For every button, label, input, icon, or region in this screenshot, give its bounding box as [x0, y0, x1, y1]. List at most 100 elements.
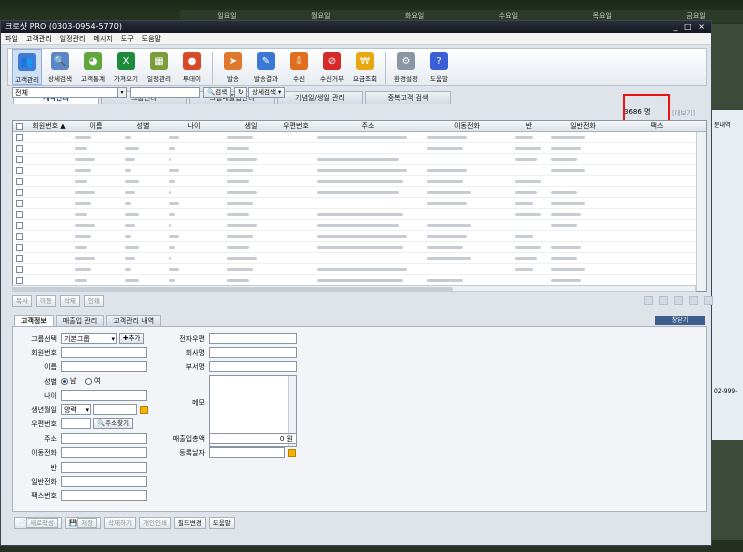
table-row[interactable]: [13, 264, 706, 275]
view-all-link[interactable]: [대보기]: [672, 107, 695, 117]
menu-tools[interactable]: 도구: [121, 34, 134, 44]
row-checkbox[interactable]: [16, 211, 23, 218]
zip-field[interactable]: [61, 418, 91, 429]
calendar-icon[interactable]: [288, 449, 296, 457]
vertical-scrollbar[interactable]: [696, 132, 706, 291]
toolbar-button[interactable]: 👥 고객관리: [12, 49, 42, 85]
mobile-field[interactable]: [61, 447, 147, 458]
horizontal-scrollbar[interactable]: [12, 285, 696, 292]
table-row[interactable]: [13, 165, 706, 176]
address-field[interactable]: [61, 433, 147, 444]
row-checkbox[interactable]: [16, 145, 23, 152]
table-row[interactable]: [13, 187, 706, 198]
toolbar-button[interactable]: ◕ 고객통계: [78, 49, 108, 85]
group-filter-select[interactable]: 전체 ▾: [12, 87, 127, 98]
toolbar-button[interactable]: ➤ 발송: [218, 49, 248, 85]
move-button[interactable]: 이동: [35, 295, 56, 307]
tab-customer-info[interactable]: 고객정보: [14, 315, 54, 326]
email-field[interactable]: [209, 333, 297, 344]
change-fields-button[interactable]: 필드변경: [173, 517, 206, 529]
gender-male-radio[interactable]: 남: [61, 376, 76, 386]
table-row[interactable]: [13, 231, 706, 242]
row-checkbox[interactable]: [16, 244, 23, 251]
toolbar-button[interactable]: ₩ 요금조회: [350, 49, 380, 85]
table-row[interactable]: [13, 209, 706, 220]
member-no-field[interactable]: [61, 347, 147, 358]
select-all-checkbox[interactable]: [16, 123, 23, 130]
detail-search-button[interactable]: 상세검색 ▾: [248, 87, 286, 98]
menu-customers[interactable]: 고객관리: [26, 34, 52, 44]
class-field[interactable]: [61, 462, 147, 473]
delete-button[interactable]: 삭제: [59, 295, 80, 307]
folder-icon[interactable]: [689, 296, 698, 305]
sms-icon[interactable]: [644, 296, 653, 305]
name-field[interactable]: [61, 361, 147, 372]
toolbar-button[interactable]: ▦ 일정관리: [144, 49, 174, 85]
table-row[interactable]: [13, 242, 706, 253]
column-header[interactable]: 일반전화: [547, 121, 619, 132]
toolbar-button[interactable]: X 가져오기: [111, 49, 141, 85]
gender-female-radio[interactable]: 여: [85, 376, 100, 386]
row-checkbox[interactable]: [16, 222, 23, 229]
help-button[interactable]: 도움말: [208, 517, 235, 529]
birth-date-field[interactable]: [93, 404, 137, 415]
phone-field[interactable]: [61, 476, 147, 487]
column-header[interactable]: 팩스: [619, 121, 695, 132]
new-button[interactable]: 📄 새로작성: [14, 517, 63, 529]
birth-type-select[interactable]: 양력 ▾: [61, 404, 91, 415]
save-button[interactable]: 💾 저장: [65, 517, 102, 529]
row-checkbox[interactable]: [16, 189, 23, 196]
export-icon[interactable]: [674, 296, 683, 305]
delete-record-button[interactable]: 삭제하기: [104, 517, 136, 529]
row-checkbox[interactable]: [16, 233, 23, 240]
table-row[interactable]: [13, 176, 706, 187]
refresh-button[interactable]: ↻: [234, 87, 248, 98]
toolbar-button[interactable]: ● 투데이: [177, 49, 207, 85]
group-select[interactable]: 기본그룹 ▾: [61, 333, 117, 344]
table-row[interactable]: [13, 143, 706, 154]
menu-file[interactable]: 파일: [5, 34, 18, 44]
row-checkbox[interactable]: [16, 178, 23, 185]
column-header[interactable]: 회원번호 ▲: [27, 121, 71, 132]
window-controls[interactable]: _ □ ×: [674, 21, 707, 33]
row-checkbox[interactable]: [16, 266, 23, 273]
column-header[interactable]: 반: [511, 121, 547, 132]
close-detail-button[interactable]: 창닫기: [655, 316, 705, 325]
scroll-thumb[interactable]: [13, 287, 453, 291]
find-address-button[interactable]: 🔍주소찾기: [93, 418, 134, 429]
table-row[interactable]: [13, 198, 706, 209]
calendar-icon[interactable]: [140, 406, 148, 414]
fax-field[interactable]: [61, 490, 147, 501]
copy-button[interactable]: 복사: [12, 295, 32, 307]
row-checkbox[interactable]: [16, 156, 23, 163]
row-checkbox[interactable]: [16, 277, 23, 284]
row-checkbox[interactable]: [16, 134, 23, 141]
menu-help[interactable]: 도움말: [142, 34, 161, 44]
toolbar-button[interactable]: ⇩ 수신: [284, 49, 314, 85]
search-button[interactable]: 🔍검색: [203, 87, 232, 98]
reg-date-field[interactable]: [209, 447, 285, 458]
personal-print-button[interactable]: 개인인쇄: [139, 517, 171, 529]
tab-history[interactable]: 고객관리 내역: [106, 315, 162, 326]
table-row[interactable]: [13, 132, 706, 143]
column-header[interactable]: 이동전화: [423, 121, 511, 132]
mail-icon[interactable]: [659, 296, 668, 305]
column-header[interactable]: 나이: [165, 121, 223, 132]
column-header[interactable]: 이름: [71, 121, 121, 132]
menu-schedule[interactable]: 일정관리: [60, 34, 86, 44]
table-row[interactable]: [13, 220, 706, 231]
menu-message[interactable]: 메시지: [93, 34, 112, 44]
toolbar-button[interactable]: ? 도움말: [424, 49, 454, 85]
toolbar-button[interactable]: 🔍 상세검색: [45, 49, 75, 85]
row-checkbox[interactable]: [16, 200, 23, 207]
search-input[interactable]: [130, 87, 200, 98]
row-checkbox[interactable]: [16, 255, 23, 262]
row-checkbox[interactable]: [16, 167, 23, 174]
table-row[interactable]: [13, 253, 706, 264]
print-button[interactable]: 인쇄: [83, 295, 104, 307]
column-header[interactable]: 성별: [121, 121, 165, 132]
column-header[interactable]: 주소: [313, 121, 423, 132]
add-group-button[interactable]: ✚추가: [119, 333, 145, 344]
age-field[interactable]: [61, 390, 147, 401]
toolbar-button[interactable]: ✎ 발송결과: [251, 49, 281, 85]
